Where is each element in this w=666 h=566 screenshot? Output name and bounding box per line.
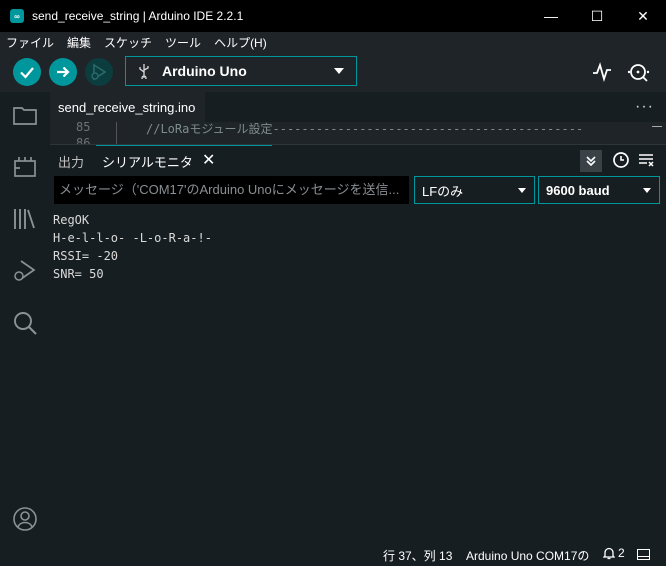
baud-rate-value: 9600 baud [546,182,610,198]
serial-output-line: RegOK [53,213,90,227]
arduino-ide-window: ∞ send_receive_string | Arduino IDE 2.2.… [0,0,666,566]
notification-count: 2 [618,546,625,560]
serial-output-line: H-e-l-l-o- -L-o-R-a-!- [53,231,212,245]
toolbar: Arduino Uno [0,52,666,92]
status-bar: 行 37、列 13 Arduino Uno COM17の 2 [0,544,666,566]
chevron-down-icon [334,68,344,74]
code-line: //LoRaモジュール設定---------------------------… [146,122,584,136]
editor-tab-bar: send_receive_string.ino ··· [50,92,666,122]
chevron-down-icon [643,188,651,193]
tab-serial-monitor[interactable]: シリアルモニタ [102,152,193,171]
menu-sketch[interactable]: スケッチ [104,34,152,51]
debug-sidebar-icon[interactable] [12,258,38,284]
cursor-position[interactable]: 行 37、列 13 [383,547,452,564]
upload-button[interactable] [49,58,77,86]
code-editor[interactable]: 85 86 //LoRaモジュール設定---------------------… [50,122,666,144]
maximize-button[interactable]: ☐ [574,0,620,32]
clear-output-icon[interactable] [638,153,654,167]
more-options-icon[interactable]: ··· [635,98,654,116]
title-bar: ∞ send_receive_string | Arduino IDE 2.2.… [0,0,666,32]
tab-output[interactable]: 出力 [58,152,84,171]
baud-rate-select[interactable]: 9600 baud [538,176,660,204]
board-selector[interactable]: Arduino Uno [125,56,357,86]
search-icon[interactable] [12,310,38,336]
line-ending-value: LFのみ [422,183,464,199]
menu-edit[interactable]: 編集 [67,34,91,51]
window-title: send_receive_string | Arduino IDE 2.2.1 [32,9,244,23]
debug-icon [91,63,107,81]
chevron-down-icon [518,188,526,193]
window-controls: — ☐ ✕ [528,0,666,32]
line-ending-select[interactable]: LFのみ [414,176,535,204]
usb-icon [139,64,149,79]
menu-bar: ファイル 編集 スケッチ ツール ヘルプ(H) [0,32,666,52]
minimize-button[interactable]: — [528,0,574,32]
serial-monitor-icon[interactable] [626,61,652,83]
serial-message-input[interactable]: メッセージ（'COM17'のArduino Unoにメッセージを送信... [54,176,409,204]
account-icon[interactable] [12,506,38,532]
checkmark-icon [20,67,34,79]
indent-guide [116,122,117,144]
folder-icon[interactable] [12,102,38,128]
line-number: 86 [76,136,91,144]
toggle-panel-icon[interactable] [637,549,650,560]
serial-output: RegOK H-e-l-l-o- -L-o-R-a-!- RSSI= -20 S… [53,211,653,283]
verify-button[interactable] [13,58,41,86]
close-button[interactable]: ✕ [620,0,666,32]
activity-sidebar [0,92,50,544]
close-icon[interactable]: ✕ [202,150,215,170]
library-manager-icon[interactable] [12,206,38,232]
menu-tools[interactable]: ツール [165,34,201,51]
notifications[interactable]: 2 [603,546,625,560]
board-name: Arduino Uno [162,63,247,79]
menu-help[interactable]: ヘルプ(H) [214,34,267,51]
debug-button[interactable] [85,58,113,86]
bottom-panel: 出力 シリアルモニタ ✕ メッセージ（'COM17'のArduino Unoにメ… [50,144,666,544]
board-port-status[interactable]: Arduino Uno COM17の [466,547,589,564]
serial-output-line: SNR= 50 [53,267,104,281]
double-chevron-down-icon [586,156,596,167]
autoscroll-toggle[interactable] [580,150,602,172]
scrollbar-marker [652,126,662,127]
line-number: 85 [76,122,91,134]
active-tab-indicator [96,145,272,146]
clock-icon[interactable] [612,151,630,169]
bell-icon [603,547,615,559]
serial-output-line: RSSI= -20 [53,249,119,263]
board-manager-icon[interactable] [12,154,38,180]
tab-sketch-file[interactable]: send_receive_string.ino [50,92,205,122]
panel-tab-bar: 出力 シリアルモニタ ✕ [50,145,666,175]
serial-plotter-icon[interactable] [592,62,612,82]
arduino-logo-icon: ∞ [10,9,24,23]
menu-file[interactable]: ファイル [6,34,54,51]
arrow-right-icon [57,66,70,78]
